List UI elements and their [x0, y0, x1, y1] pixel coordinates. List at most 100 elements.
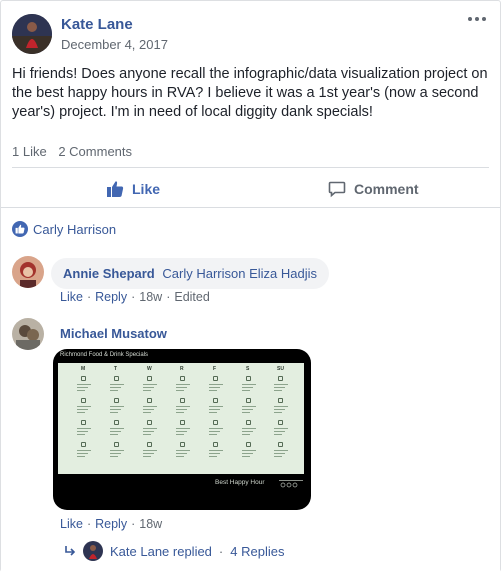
- infographic-text-line: [143, 406, 157, 407]
- day-label: S: [246, 366, 250, 372]
- commenter-avatar[interactable]: [12, 318, 44, 350]
- infographic-text-line: [176, 456, 184, 457]
- day-label: F: [213, 366, 217, 372]
- infographic-glyph: [147, 442, 152, 447]
- infographic-text-line: [176, 412, 184, 413]
- like-button[interactable]: Like: [106, 177, 160, 201]
- infographic-text-line: [143, 453, 154, 454]
- infographic-glyph: [81, 376, 86, 381]
- infographic-text-line: [274, 428, 288, 429]
- comment-reply-link[interactable]: Reply: [95, 517, 127, 531]
- post-author-name[interactable]: Kate Lane: [61, 16, 133, 33]
- infographic-text-line: [176, 428, 190, 429]
- infographic-glyph: [246, 420, 251, 425]
- more-options-button[interactable]: [465, 11, 489, 27]
- day-label: R: [180, 366, 184, 372]
- like-button-label: Like: [132, 181, 161, 197]
- infographic-glyph: [147, 420, 152, 425]
- infographic-text-line: [209, 450, 223, 451]
- infographic-glyph: [213, 398, 218, 403]
- infographic-text-line: [110, 409, 121, 410]
- infographic-text-line: [274, 390, 282, 391]
- comment-like-link[interactable]: Like: [60, 517, 83, 531]
- infographic-glyph: [213, 442, 218, 447]
- like-count[interactable]: 1 Like: [12, 144, 47, 159]
- infographic-text-line: [242, 412, 250, 413]
- reaction-summary[interactable]: Carly Harrison: [12, 221, 116, 237]
- infographic-text-line: [143, 434, 151, 435]
- reactor-name[interactable]: Carly Harrison: [33, 222, 116, 237]
- infographic-text-line: [274, 409, 285, 410]
- infographic-glyph: [147, 376, 152, 381]
- infographic-text-line: [77, 406, 91, 407]
- infographic-text-line: [77, 453, 88, 454]
- infographic-text-line: [209, 409, 220, 410]
- comment-like-link[interactable]: Like: [60, 290, 83, 304]
- speech-bubble-icon: [328, 181, 346, 198]
- comment-author-name[interactable]: Michael Musatow: [60, 326, 167, 341]
- infographic-text-line: [77, 428, 91, 429]
- infographic-text-line: [143, 412, 151, 413]
- infographic-text-line: [274, 387, 285, 388]
- infographic-glyph: [180, 398, 185, 403]
- infographic-text-line: [176, 431, 187, 432]
- comment-bubble: Annie Shepard Carly Harrison Eliza Hadji…: [51, 258, 329, 289]
- infographic-glyph: [114, 420, 119, 425]
- author-avatar[interactable]: [12, 14, 52, 54]
- edited-label[interactable]: Edited: [174, 290, 209, 304]
- infographic-text-line: [242, 456, 250, 457]
- view-replies-link[interactable]: Kate Lane replied · 4 Replies: [64, 541, 284, 561]
- infographic-text-line: [209, 431, 220, 432]
- infographic-text-line: [242, 406, 256, 407]
- infographic-text-line: [110, 456, 118, 457]
- infographic-text-line: [143, 387, 154, 388]
- infographic-glyph: [278, 376, 283, 381]
- comment-image-attachment[interactable]: Richmond Food & Drink Specials M T W R F…: [53, 349, 311, 510]
- infographic-text-line: [209, 384, 223, 385]
- infographic-text-line: [242, 431, 253, 432]
- infographic-glyph: [114, 442, 119, 447]
- post-timestamp[interactable]: December 4, 2017: [61, 37, 168, 52]
- divider: [12, 167, 489, 168]
- infographic-text-line: [110, 428, 124, 429]
- infographic-glyph: [246, 442, 251, 447]
- day-label: T: [114, 366, 118, 372]
- infographic-text-line: [143, 456, 151, 457]
- infographic-text-line: [77, 390, 85, 391]
- infographic-text-line: [242, 387, 253, 388]
- comment-author-name[interactable]: Annie Shepard: [63, 266, 155, 281]
- commenter-avatar[interactable]: [12, 256, 44, 288]
- comment-button[interactable]: Comment: [328, 177, 419, 201]
- infographic-text-line: [209, 390, 217, 391]
- comment-mention[interactable]: Carly Harrison: [162, 266, 245, 281]
- infographic-text-line: [242, 428, 256, 429]
- reply-arrow-icon: [65, 546, 76, 556]
- comment-mention[interactable]: Eliza Hadjis: [249, 266, 317, 281]
- infographic-glyph: [213, 376, 218, 381]
- post-card: Kate Lane December 4, 2017 Hi friends! D…: [0, 0, 501, 572]
- comment-count[interactable]: 2 Comments: [58, 144, 132, 159]
- infographic-text-line: [209, 412, 217, 413]
- infographic-text-line: [176, 387, 187, 388]
- comment-button-label: Comment: [354, 181, 419, 197]
- infographic-logo-icon: [279, 480, 303, 488]
- infographic-text-line: [242, 434, 250, 435]
- infographic-title: Richmond Food & Drink Specials: [60, 352, 149, 358]
- infographic-text-line: [143, 384, 157, 385]
- infographic-text-line: [242, 390, 250, 391]
- infographic-text-line: [143, 409, 154, 410]
- infographic-glyph: [213, 420, 218, 425]
- infographic-glyph: [81, 398, 86, 403]
- comment-reply-link[interactable]: Reply: [95, 290, 127, 304]
- infographic-text-line: [176, 453, 187, 454]
- infographic-text-line: [110, 453, 121, 454]
- comment-age[interactable]: 18w: [139, 290, 162, 304]
- day-label: W: [147, 366, 152, 372]
- infographic-text-line: [110, 390, 118, 391]
- comment-actions: Like · Reply · 18w: [60, 517, 163, 531]
- engagement-counts: 1 Like 2 Comments: [12, 144, 140, 159]
- infographic-text-line: [77, 409, 88, 410]
- infographic-glyph: [246, 398, 251, 403]
- comment-age[interactable]: 18w: [139, 517, 162, 531]
- infographic-text-line: [143, 431, 154, 432]
